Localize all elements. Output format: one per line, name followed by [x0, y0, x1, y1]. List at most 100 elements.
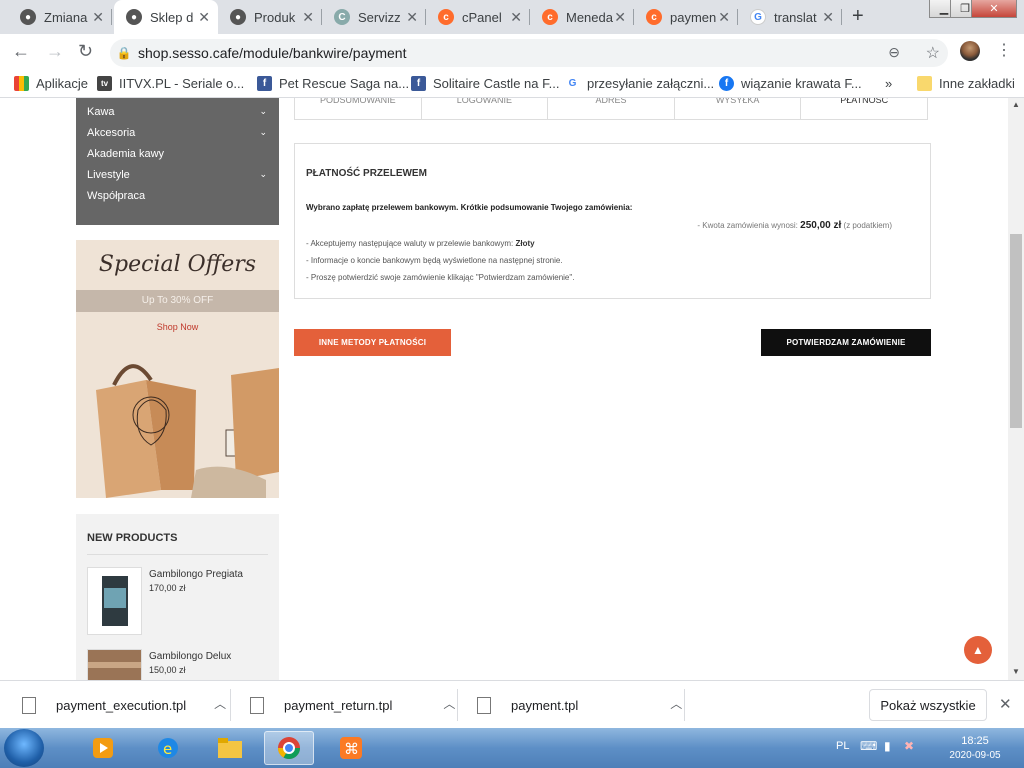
settings-favicon-icon: C — [334, 9, 350, 25]
download-item[interactable]: payment_return.tpl ︿ — [250, 681, 455, 729]
payment-intro: Wybrano zapłatę przelewem bankowym. Krót… — [306, 203, 633, 212]
tab-sklep[interactable]: ● Sklep d ✕ — [114, 0, 218, 34]
tab-title: paymen — [670, 9, 717, 25]
tab-payment[interactable]: c paymen ✕ — [634, 0, 738, 34]
scroll-to-top-icon[interactable]: ▲ — [964, 636, 992, 664]
new-tab-icon[interactable]: + — [852, 5, 864, 28]
zoom-icon[interactable]: ⊖ — [888, 44, 900, 61]
step-shipping[interactable]: WYSYŁKA — [675, 98, 802, 119]
close-tab-icon[interactable]: ✕ — [822, 9, 834, 26]
scrollbar-thumb[interactable] — [1010, 234, 1022, 428]
reload-icon[interactable]: ↻ — [78, 41, 93, 62]
keyboard-icon[interactable]: ⌨ — [860, 739, 877, 753]
windows-taskbar: e ⌘ PL ⌨ ▮ ✖ 18:25 2020-09-05 — [0, 728, 1024, 768]
xampp-icon[interactable]: ⌘ — [326, 731, 376, 765]
file-explorer-icon[interactable] — [205, 731, 255, 765]
close-tab-icon[interactable]: ✕ — [406, 9, 418, 26]
coffee-bag-image — [102, 576, 128, 626]
category-item-wspolpraca[interactable]: Współpraca — [87, 190, 267, 202]
scroll-down-icon[interactable]: ▼ — [1012, 667, 1020, 676]
category-label: Livestyle — [87, 169, 130, 181]
close-tab-icon[interactable]: ✕ — [614, 9, 626, 26]
chevron-up-icon[interactable]: ︿ — [670, 695, 682, 712]
product-item[interactable]: Gambilongo Pregiata 170,00 zł — [87, 567, 268, 637]
media-player-icon[interactable] — [78, 731, 128, 765]
amount-note: (z podatkiem) — [843, 221, 892, 230]
product-thumbnail[interactable] — [87, 567, 142, 635]
category-item-akcesoria[interactable]: Akcesoria ⌄ — [87, 127, 267, 139]
tab-produkt[interactable]: ● Produk ✕ — [218, 0, 322, 34]
product-name[interactable]: Gambilongo Delux — [149, 651, 231, 662]
bookmark-star-icon[interactable]: ☆ — [926, 43, 940, 63]
close-window-icon[interactable]: ✕ — [971, 0, 1017, 18]
language-indicator[interactable]: PL — [836, 740, 849, 752]
close-tab-icon[interactable]: ✕ — [718, 9, 730, 26]
bookmark-krawat[interactable]: f wiązanie krawata F... — [719, 76, 862, 91]
special-offers-banner[interactable]: Special Offers Up To 30% OFF Shop Now — [76, 240, 279, 498]
product-item[interactable]: Gambilongo Delux 150,00 zł — [87, 649, 268, 680]
download-item[interactable]: payment.tpl ︿ — [477, 681, 682, 729]
tab-title: cPanel — [462, 9, 502, 25]
bookmarks-overflow-chevron-icon[interactable]: » — [885, 76, 892, 91]
volume-muted-icon[interactable]: ✖ — [904, 739, 914, 753]
other-payment-methods-button[interactable]: INNE METODY PŁATNOŚCI — [294, 329, 451, 356]
bookmark-label: Inne zakładki — [939, 76, 1015, 91]
tab-translate[interactable]: G translat ✕ — [738, 0, 842, 34]
chrome-icon[interactable] — [264, 731, 314, 765]
profile-avatar[interactable] — [960, 41, 980, 61]
step-address[interactable]: ADRES — [548, 98, 675, 119]
product-name[interactable]: Gambilongo Pregiata — [149, 569, 243, 580]
address-bar[interactable]: 🔒 shop.sesso.cafe/module/bankwire/paymen… — [110, 39, 948, 67]
category-item-livestyle[interactable]: Livestyle ⌄ — [87, 169, 267, 181]
clock-date[interactable]: 2020-09-05 — [938, 750, 1012, 761]
new-products-heading: NEW PRODUCTS — [87, 532, 178, 544]
close-tab-icon[interactable]: ✕ — [302, 9, 314, 26]
back-arrow-icon[interactable]: ← — [12, 41, 30, 62]
bookmark-gmail[interactable]: G przesyłanie załączni... — [565, 76, 714, 91]
step-label: WYSYŁKA — [715, 98, 760, 105]
close-downloads-icon[interactable]: ✕ — [999, 695, 1012, 713]
start-button-icon[interactable] — [4, 729, 44, 767]
svg-text:⌘: ⌘ — [344, 740, 359, 758]
clock-time[interactable]: 18:25 — [940, 735, 1010, 747]
confirm-order-button[interactable]: POTWIERDZAM ZAMÓWIENIE — [761, 329, 931, 356]
show-all-downloads-button[interactable]: Pokaż wszystkie — [869, 689, 987, 721]
product-thumbnail[interactable] — [87, 649, 142, 680]
download-item[interactable]: payment_execution.tpl ︿ — [22, 681, 226, 729]
tab-cpanel[interactable]: c cPanel ✕ — [426, 0, 530, 34]
chevron-up-icon[interactable]: ︿ — [214, 695, 226, 712]
chevron-up-icon[interactable]: ︿ — [443, 695, 455, 712]
order-amount: - Kwota zamówienia wynosi: 250,00 zł (z … — [697, 220, 892, 231]
chevron-down-icon[interactable]: ⌄ — [259, 127, 267, 138]
bookmark-solitaire[interactable]: f Solitaire Castle na F... — [411, 76, 559, 91]
bookmark-other-folder[interactable]: Inne zakładki — [917, 76, 1015, 91]
product-price: 150,00 zł — [149, 665, 186, 675]
network-icon[interactable]: ▮ — [884, 739, 891, 753]
close-tab-icon[interactable]: ✕ — [92, 9, 104, 26]
tab-servizz[interactable]: C Servizz ✕ — [322, 0, 426, 34]
download-filename: payment_execution.tpl — [56, 697, 187, 713]
divider — [87, 554, 268, 555]
bookmark-apps[interactable]: Aplikacje — [14, 76, 88, 91]
currency-label: - Akceptujemy następujące waluty w przel… — [306, 239, 514, 248]
close-tab-icon[interactable]: ✕ — [510, 9, 522, 26]
close-tab-icon[interactable]: ✕ — [198, 9, 210, 26]
more-menu-icon[interactable]: ⋮ — [996, 40, 1012, 60]
tab-zmiana[interactable]: ● Zmiana ✕ — [8, 0, 112, 34]
scroll-up-icon[interactable]: ▲ — [1012, 100, 1020, 109]
chevron-down-icon[interactable]: ⌄ — [259, 169, 267, 180]
step-summary[interactable]: PODSUMOWANIE — [295, 98, 422, 119]
bookmark-pet-rescue[interactable]: f Pet Rescue Saga na... — [257, 76, 409, 91]
bookmark-iitvx[interactable]: tv IITVX.PL - Seriale o... — [97, 76, 244, 91]
tab-menedzer[interactable]: c Meneda ✕ — [530, 0, 634, 34]
chevron-down-icon[interactable]: ⌄ — [259, 106, 267, 117]
internet-explorer-icon[interactable]: e — [143, 731, 193, 765]
facebook-icon: f — [411, 76, 426, 91]
step-label: ADRES — [595, 98, 627, 105]
promo-shop-now-link[interactable]: Shop Now — [76, 322, 279, 332]
forward-arrow-icon[interactable]: → — [46, 41, 64, 62]
category-item-akademia-kawy[interactable]: Akademia kawy — [87, 148, 267, 160]
step-login[interactable]: LOGOWANIE — [422, 98, 549, 119]
page-scrollbar[interactable]: ▲ ▼ — [1008, 98, 1024, 680]
category-item-kawa[interactable]: Kawa ⌄ — [87, 106, 267, 118]
